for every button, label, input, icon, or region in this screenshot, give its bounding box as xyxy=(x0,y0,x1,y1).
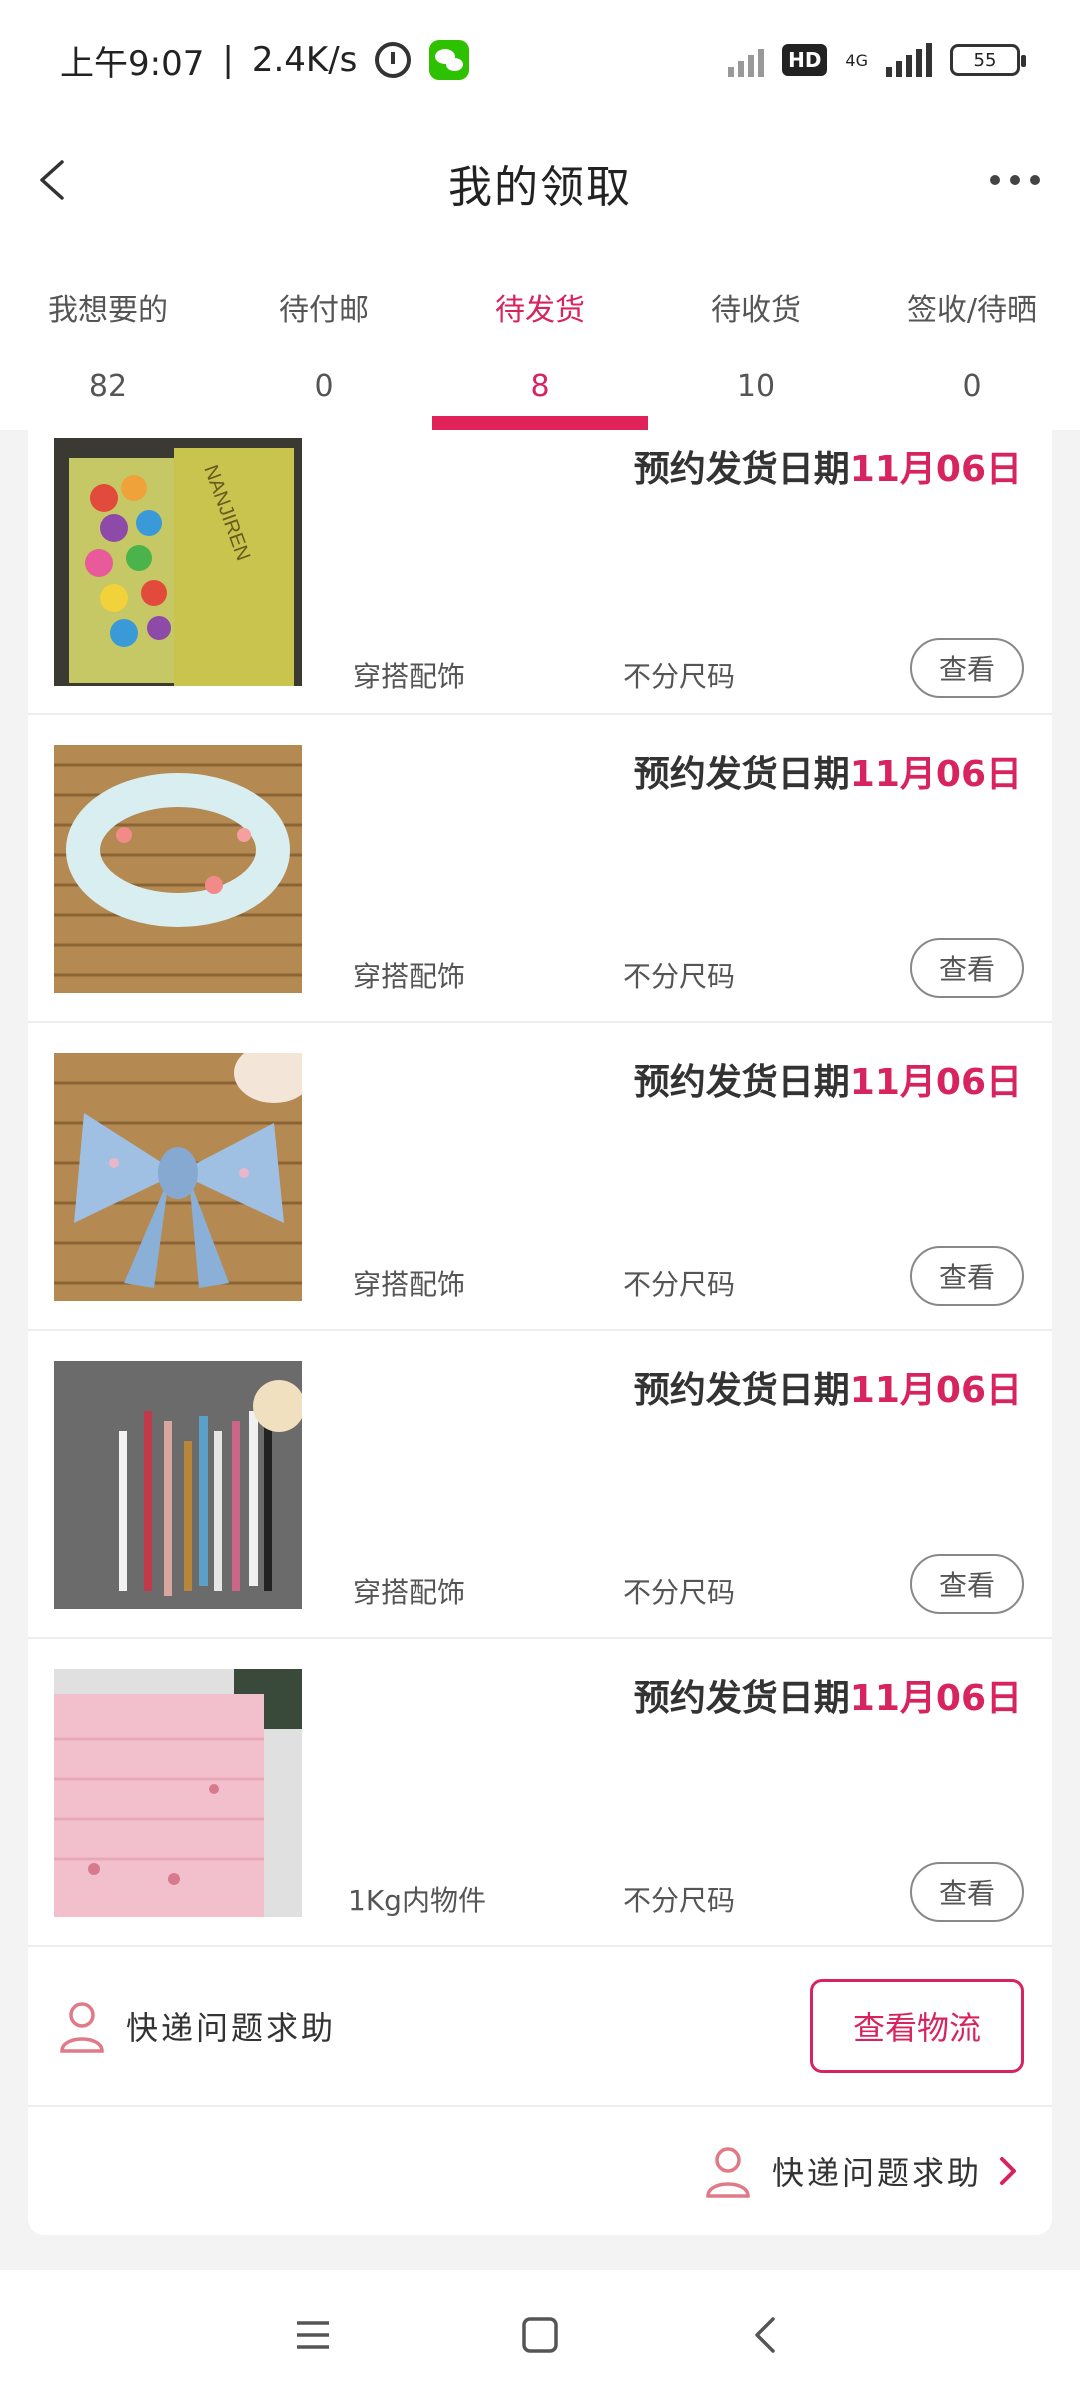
list-item[interactable]: 预约发货日期11月06日 穿搭配饰 不分尺码 查看 xyxy=(28,715,1052,1023)
home-icon[interactable] xyxy=(510,2305,570,2365)
tab-label: 我想要的 xyxy=(48,293,168,328)
ship-date-prefix: 预约发货日期 xyxy=(633,754,850,795)
tab-label: 待发货 xyxy=(495,293,585,328)
status-speed: 2.4K/s xyxy=(251,40,358,80)
footer-help-label: 快递问题求助 xyxy=(771,2154,982,2192)
list-item[interactable]: 预约发货日期11月06日 穿搭配饰 不分尺码 查看 xyxy=(28,1023,1052,1331)
ship-date-prefix: 预约发货日期 xyxy=(633,449,850,490)
ship-date: 预约发货日期11月06日 xyxy=(634,745,1022,797)
tab-label: 待付邮 xyxy=(279,293,369,328)
item-size: 不分尺码 xyxy=(623,960,736,993)
battery-level: 55 xyxy=(973,49,997,71)
item-category: 1Kg内物件 xyxy=(348,1884,486,1917)
tab-label: 签收/待晒 xyxy=(906,293,1038,328)
page-title: 我的领取 xyxy=(448,161,632,213)
tab-pending-receipt[interactable]: 待收货 10 xyxy=(648,245,864,430)
tab-count: 0 xyxy=(962,369,982,404)
item-thumbnail: NANJIREN xyxy=(54,438,302,686)
network-type: 4G xyxy=(845,50,868,70)
person-icon xyxy=(60,2002,104,2053)
item-category: 穿搭配饰 xyxy=(353,1268,466,1301)
tab-pending-shipment[interactable]: 待发货 8 xyxy=(432,245,648,430)
list-item[interactable]: 预约发货日期11月06日 穿搭配饰 不分尺码 查看 xyxy=(28,1331,1052,1639)
view-button[interactable]: 查看 xyxy=(910,1246,1024,1306)
ship-date: 预约发货日期11月06日 xyxy=(634,1053,1022,1105)
title-bar: 我的领取 xyxy=(0,120,1080,245)
footer-help-row[interactable]: 快递问题求助 xyxy=(28,2107,1052,2235)
status-bar: 上午9:07 | 2.4K/s HD 4G 55 xyxy=(0,0,1080,120)
ship-date-prefix: 预约发货日期 xyxy=(633,1370,850,1411)
hd-badge: HD xyxy=(782,44,828,76)
signal-weak-icon xyxy=(728,43,765,77)
list-item[interactable]: 预约发货日期11月06日 1Kg内物件 不分尺码 查看 xyxy=(28,1639,1052,1947)
item-size: 不分尺码 xyxy=(623,1884,736,1917)
tab-received[interactable]: 签收/待晒 0 xyxy=(864,245,1080,430)
help-row: 快递问题求助 查看物流 xyxy=(28,1947,1052,2107)
back-arrow-icon[interactable] xyxy=(30,156,78,204)
ship-date: 预约发货日期11月06日 xyxy=(634,1669,1022,1721)
view-button[interactable]: 查看 xyxy=(910,638,1024,698)
chevron-right-icon xyxy=(1000,2157,1016,2185)
list-item[interactable]: NANJIREN 预约发货日期11月06日 穿搭配饰 不分尺码 查看 xyxy=(28,430,1052,715)
more-options-icon[interactable] xyxy=(990,175,1040,185)
tab-count: 0 xyxy=(314,369,334,404)
ship-date: 预约发货日期11月06日 xyxy=(634,440,1022,492)
item-thumbnail xyxy=(54,1053,302,1301)
battery-icon: 55 xyxy=(950,44,1026,76)
order-card: NANJIREN 预约发货日期11月06日 穿搭配饰 不分尺码 查看 预约发货日… xyxy=(28,430,1052,2235)
status-tabs: 我想要的 82 待付邮 0 待发货 8 待收货 10 签收/待晒 0 xyxy=(0,245,1080,430)
status-left: 上午9:07 | 2.4K/s xyxy=(60,36,470,85)
system-nav-bar xyxy=(0,2270,1080,2400)
tab-pending-postage[interactable]: 待付邮 0 xyxy=(216,245,432,430)
alarm-icon xyxy=(375,42,412,78)
status-divider: | xyxy=(222,40,234,80)
ship-date-value: 11月06日 xyxy=(849,449,1022,490)
ship-date: 预约发货日期11月06日 xyxy=(634,1361,1022,1413)
ship-date-value: 11月06日 xyxy=(849,754,1022,795)
view-button[interactable]: 查看 xyxy=(910,938,1024,998)
view-button[interactable]: 查看 xyxy=(910,1554,1024,1614)
tab-label: 待收货 xyxy=(711,293,801,328)
ship-date-prefix: 预约发货日期 xyxy=(633,1678,850,1719)
status-time: 上午9:07 xyxy=(60,43,205,84)
tab-count: 10 xyxy=(736,369,776,404)
ship-date-value: 11月06日 xyxy=(849,1062,1022,1103)
item-size: 不分尺码 xyxy=(623,660,736,693)
status-right: HD 4G 55 xyxy=(728,43,1026,77)
person-icon xyxy=(706,2147,750,2198)
help-label[interactable]: 快递问题求助 xyxy=(126,2003,336,2049)
item-category: 穿搭配饰 xyxy=(353,660,466,693)
tab-count: 8 xyxy=(530,369,550,404)
item-category: 穿搭配饰 xyxy=(353,1576,466,1609)
view-button[interactable]: 查看 xyxy=(910,1862,1024,1922)
ship-date-prefix: 预约发货日期 xyxy=(633,1062,850,1103)
menu-icon[interactable] xyxy=(283,2305,343,2365)
item-size: 不分尺码 xyxy=(623,1576,736,1609)
item-thumbnail xyxy=(54,1669,302,1917)
ship-date-value: 11月06日 xyxy=(849,1678,1022,1719)
back-icon[interactable] xyxy=(737,2305,797,2365)
item-size: 不分尺码 xyxy=(623,1268,736,1301)
ship-date-value: 11月06日 xyxy=(849,1370,1022,1411)
view-logistics-button[interactable]: 查看物流 xyxy=(810,1979,1024,2073)
item-category: 穿搭配饰 xyxy=(353,960,466,993)
item-thumbnail xyxy=(54,1361,302,1609)
tab-count: 82 xyxy=(88,369,128,404)
tab-wanted[interactable]: 我想要的 82 xyxy=(0,245,216,430)
wechat-icon xyxy=(429,40,470,80)
signal-strong-icon xyxy=(886,43,932,77)
item-thumbnail xyxy=(54,745,302,993)
